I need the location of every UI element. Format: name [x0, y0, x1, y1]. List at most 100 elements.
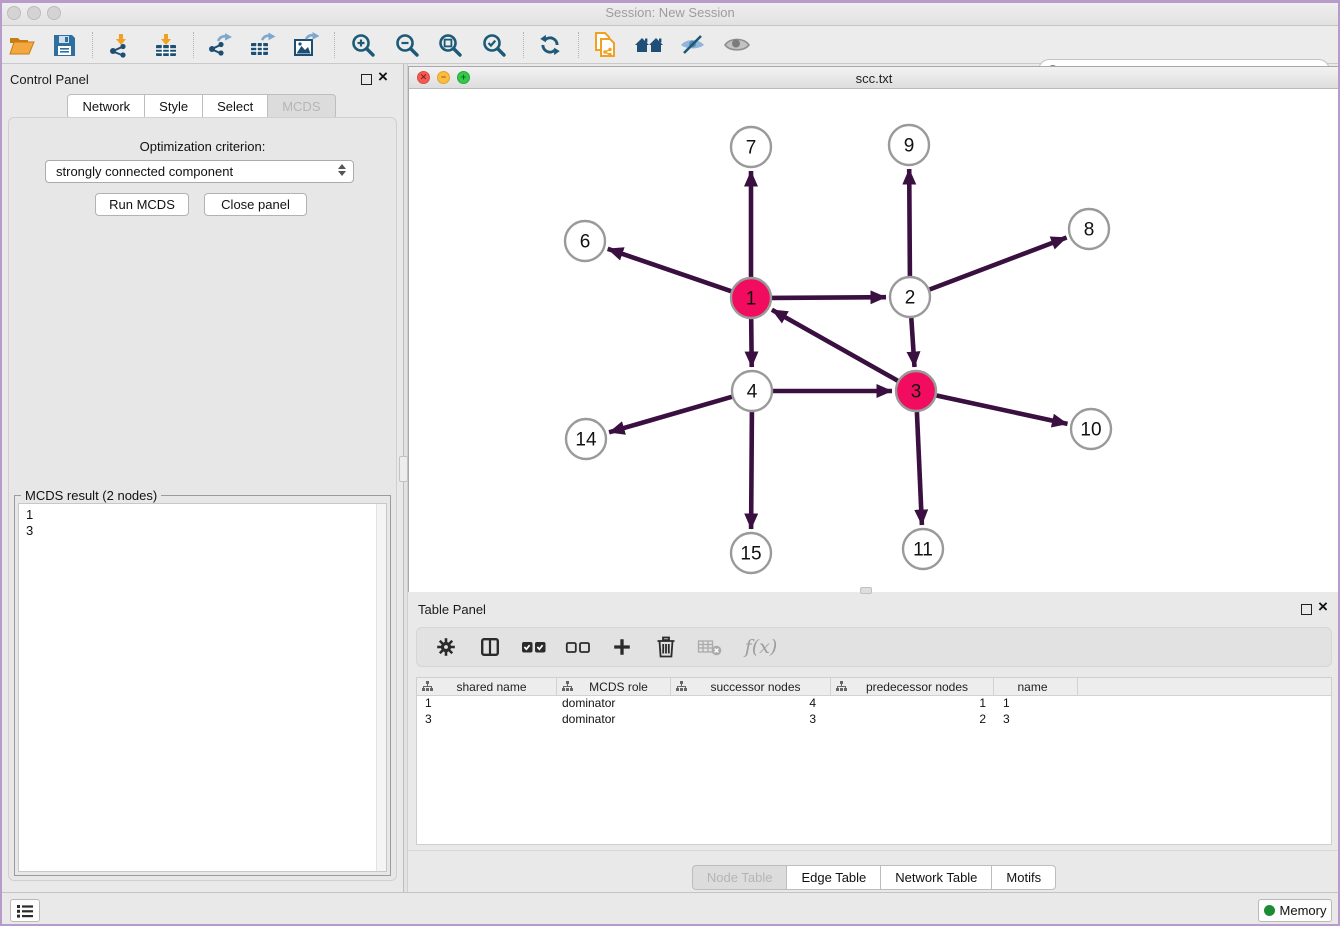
node-label: 3 — [911, 382, 922, 403]
graph-node-11[interactable]: 11 — [903, 529, 943, 569]
float-panel-icon[interactable] — [361, 74, 372, 85]
run-mcds-button[interactable]: Run MCDS — [95, 193, 189, 216]
graph-node-6[interactable]: 6 — [565, 221, 605, 261]
node-label: 10 — [1080, 420, 1101, 441]
clone-network-button[interactable] — [588, 30, 622, 60]
column-header-shared-name[interactable]: shared name — [417, 678, 557, 695]
graph-node-1[interactable]: 1 — [731, 278, 771, 318]
tab-mcds[interactable]: MCDS — [268, 94, 335, 119]
plus-icon — [611, 636, 633, 658]
export-image-button[interactable] — [289, 30, 323, 60]
graph-node-15[interactable]: 15 — [731, 533, 771, 573]
tab-network[interactable]: Network — [67, 94, 145, 119]
hide-selected-button[interactable] — [675, 30, 709, 60]
column-label: predecessor nodes — [847, 680, 993, 694]
zoom-in-button[interactable] — [346, 30, 380, 60]
save-icon — [52, 33, 77, 58]
cell-name[interactable]: 3 — [994, 712, 1078, 728]
cell-MCDS-role[interactable]: dominator — [557, 712, 671, 728]
vertical-splitter-handle[interactable] — [399, 456, 408, 482]
column-header-name[interactable]: name — [994, 678, 1078, 695]
open-folder-icon — [8, 32, 36, 58]
graph-node-3[interactable]: 3 — [896, 371, 936, 411]
tab-edge-table[interactable]: Edge Table — [787, 865, 881, 890]
graph-node-2[interactable]: 2 — [890, 277, 930, 317]
close-panel-icon[interactable]: × — [378, 68, 388, 85]
deselect-all-button[interactable] — [563, 634, 593, 660]
cell-name[interactable]: 1 — [994, 696, 1078, 712]
memory-button[interactable]: Memory — [1258, 899, 1332, 922]
table-tabs: Node TableEdge TableNetwork TableMotifs — [408, 865, 1340, 890]
export-network-button[interactable] — [202, 30, 236, 60]
select-stepper-icon — [338, 164, 346, 176]
show-all-button[interactable] — [720, 30, 754, 60]
cell-successor-nodes[interactable]: 3 — [671, 712, 831, 728]
cell-shared-name[interactable]: 3 — [417, 712, 557, 728]
delete-table-button[interactable] — [695, 634, 725, 660]
cell-MCDS-role[interactable]: dominator — [557, 696, 671, 712]
function-builder-button[interactable]: f(x) — [739, 634, 783, 660]
table-row[interactable]: 1dominator411 — [417, 696, 1331, 712]
table-row[interactable]: 3dominator323 — [417, 712, 1331, 728]
graph-node-10[interactable]: 10 — [1071, 409, 1111, 449]
edge-1-2[interactable] — [772, 297, 886, 298]
cell-predecessor-nodes[interactable]: 1 — [831, 696, 994, 712]
cell-successor-nodes[interactable]: 4 — [671, 696, 831, 712]
graph-node-8[interactable]: 8 — [1069, 209, 1109, 249]
zoom-fit-button[interactable] — [433, 30, 467, 60]
edge-3-10[interactable] — [937, 396, 1068, 424]
zoom-out-button[interactable] — [390, 30, 424, 60]
settings-gear-button[interactable] — [431, 634, 461, 660]
mcds-result-list[interactable]: 13 — [18, 503, 387, 872]
edge-4-15[interactable] — [751, 412, 752, 529]
horizontal-splitter-handle[interactable] — [860, 587, 872, 594]
network-canvas[interactable]: 7 9 6 8 1 2 4 3 14 10 15 11 — [409, 89, 1339, 592]
tab-network-table[interactable]: Network Table — [881, 865, 992, 890]
column-header-successor-nodes[interactable]: successor nodes — [671, 678, 831, 695]
node-table[interactable]: shared nameMCDS rolesuccessor nodes prede… — [416, 677, 1332, 845]
graph-node-14[interactable]: 14 — [566, 419, 606, 459]
edge-2-9[interactable] — [909, 169, 910, 276]
zoom-in-icon — [350, 32, 377, 59]
tab-motifs[interactable]: Motifs — [992, 865, 1056, 890]
edge-2-3[interactable] — [911, 318, 914, 367]
tab-node-table[interactable]: Node Table — [692, 865, 788, 890]
close-panel-button[interactable]: Close panel — [204, 193, 307, 216]
column-header-MCDS-role[interactable]: MCDS role — [557, 678, 671, 695]
export-table-button[interactable] — [245, 30, 279, 60]
column-layout-button[interactable] — [475, 634, 505, 660]
import-table-button[interactable] — [149, 30, 183, 60]
network-window-titlebar[interactable]: ✕ − + scc.txt — [409, 67, 1339, 89]
edge-3-11[interactable] — [917, 412, 922, 525]
first-neighbors-button[interactable] — [632, 30, 666, 60]
graph-node-4[interactable]: 4 — [732, 371, 772, 411]
tab-select[interactable]: Select — [203, 94, 268, 119]
edge-1-6[interactable] — [608, 249, 731, 291]
row-details-button[interactable] — [10, 899, 40, 922]
open-session-button[interactable] — [5, 30, 39, 60]
refresh-layout-button[interactable] — [533, 30, 567, 60]
graph-node-7[interactable]: 7 — [731, 127, 771, 167]
save-session-button[interactable] — [47, 30, 81, 60]
column-header-predecessor-nodes[interactable]: predecessor nodes — [831, 678, 994, 695]
cell-shared-name[interactable]: 1 — [417, 696, 557, 712]
table-close-panel-icon[interactable]: × — [1318, 598, 1328, 615]
criterion-select[interactable]: strongly connected component — [45, 160, 354, 183]
edge-2-8[interactable] — [930, 238, 1067, 290]
result-scrollbar[interactable] — [376, 504, 386, 871]
select-all-button[interactable] — [519, 634, 549, 660]
control-panel-tabs: NetworkStyleSelectMCDS — [0, 94, 403, 119]
import-network-button[interactable] — [103, 30, 137, 60]
graph-node-9[interactable]: 9 — [889, 125, 929, 165]
cell-predecessor-nodes[interactable]: 2 — [831, 712, 994, 728]
add-column-button[interactable] — [607, 634, 637, 660]
edge-1-4[interactable] — [751, 319, 752, 367]
zoom-selected-button[interactable] — [477, 30, 511, 60]
delete-column-button[interactable] — [651, 634, 681, 660]
export-table-icon — [249, 32, 276, 58]
toolbar-separator — [92, 32, 93, 58]
table-float-panel-icon[interactable] — [1301, 604, 1312, 615]
edge-4-14[interactable] — [609, 397, 732, 433]
edge-3-1[interactable] — [772, 310, 898, 381]
tab-style[interactable]: Style — [145, 94, 203, 119]
